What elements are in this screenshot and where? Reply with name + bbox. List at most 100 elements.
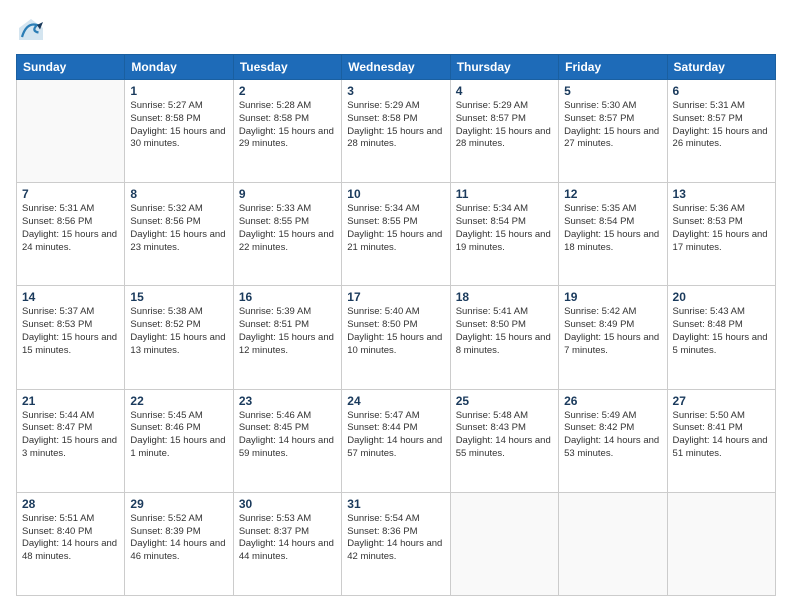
day-number: 20 — [673, 290, 770, 304]
sunset-text: Sunset: 8:52 PM — [130, 319, 227, 332]
calendar-cell: 20Sunrise: 5:43 AMSunset: 8:48 PMDayligh… — [667, 286, 775, 389]
daylight-text: Daylight: 15 hours and 27 minutes. — [564, 126, 661, 152]
cell-content: Sunrise: 5:37 AMSunset: 8:53 PMDaylight:… — [22, 306, 119, 357]
calendar-cell: 9Sunrise: 5:33 AMSunset: 8:55 PMDaylight… — [233, 183, 341, 286]
cell-content: Sunrise: 5:29 AMSunset: 8:58 PMDaylight:… — [347, 100, 444, 151]
calendar-cell: 27Sunrise: 5:50 AMSunset: 8:41 PMDayligh… — [667, 389, 775, 492]
daylight-text: Daylight: 15 hours and 28 minutes. — [456, 126, 553, 152]
daylight-text: Daylight: 14 hours and 51 minutes. — [673, 435, 770, 461]
cell-content: Sunrise: 5:34 AMSunset: 8:55 PMDaylight:… — [347, 203, 444, 254]
sunrise-text: Sunrise: 5:51 AM — [22, 513, 119, 526]
sunset-text: Sunset: 8:54 PM — [456, 216, 553, 229]
sunrise-text: Sunrise: 5:31 AM — [22, 203, 119, 216]
sunset-text: Sunset: 8:58 PM — [347, 113, 444, 126]
sunset-text: Sunset: 8:55 PM — [239, 216, 336, 229]
sunrise-text: Sunrise: 5:50 AM — [673, 410, 770, 423]
sunrise-text: Sunrise: 5:45 AM — [130, 410, 227, 423]
calendar-cell: 31 Sunrise: 5:54 AMSunset: 8:36 PMDayligh… — [342, 492, 450, 595]
day-number: 10 — [347, 187, 444, 201]
day-number: 21 — [22, 394, 119, 408]
sunrise-text: Sunrise: 5:27 AM — [130, 100, 227, 113]
day-number: 26 — [564, 394, 661, 408]
logo — [16, 16, 50, 46]
calendar-cell — [559, 492, 667, 595]
day-number: 23 — [239, 394, 336, 408]
cell-content: Sunrise: 5:44 AMSunset: 8:47 PMDaylight:… — [22, 410, 119, 461]
cell-content: Sunrise: 5:54 AMSunset: 8:36 PMDaylight:… — [347, 513, 444, 564]
sunrise-text: Sunrise: 5:46 AM — [239, 410, 336, 423]
day-number: 22 — [130, 394, 227, 408]
cell-content: Sunrise: 5:35 AMSunset: 8:54 PMDaylight:… — [564, 203, 661, 254]
daylight-text: Daylight: 15 hours and 12 minutes. — [239, 332, 336, 358]
sunrise-text: Sunrise: 5:54 AM — [347, 513, 444, 526]
cell-content: Sunrise: 5:32 AMSunset: 8:56 PMDaylight:… — [130, 203, 227, 254]
daylight-text: Daylight: 15 hours and 19 minutes. — [456, 229, 553, 255]
calendar-cell: 6Sunrise: 5:31 AMSunset: 8:57 PMDaylight… — [667, 80, 775, 183]
daylight-text: Daylight: 15 hours and 21 minutes. — [347, 229, 444, 255]
daylight-text: Daylight: 14 hours and 42 minutes. — [347, 538, 444, 564]
day-header-saturday: Saturday — [667, 55, 775, 80]
daylight-text: Daylight: 15 hours and 1 minute. — [130, 435, 227, 461]
calendar-page: SundayMondayTuesdayWednesdayThursdayFrid… — [0, 0, 792, 612]
sunset-text: Sunset: 8:58 PM — [130, 113, 227, 126]
day-number: 28 — [22, 497, 119, 511]
sunset-text: Sunset: 8:43 PM — [456, 422, 553, 435]
sunset-text: Sunset: 8:53 PM — [22, 319, 119, 332]
week-row-1: 1Sunrise: 5:27 AMSunset: 8:58 PMDaylight… — [17, 80, 776, 183]
calendar-cell: 30Sunrise: 5:53 AMSunset: 8:37 PMDayligh… — [233, 492, 341, 595]
sunset-text: Sunset: 8:49 PM — [564, 319, 661, 332]
calendar-table: SundayMondayTuesdayWednesdayThursdayFrid… — [16, 54, 776, 596]
daylight-text: Daylight: 15 hours and 18 minutes. — [564, 229, 661, 255]
day-header-thursday: Thursday — [450, 55, 558, 80]
sunrise-text: Sunrise: 5:28 AM — [239, 100, 336, 113]
sunrise-text: Sunrise: 5:29 AM — [456, 100, 553, 113]
cell-content: Sunrise: 5:46 AMSunset: 8:45 PMDaylight:… — [239, 410, 336, 461]
daylight-text: Daylight: 15 hours and 24 minutes. — [22, 229, 119, 255]
sunset-text: Sunset: 8:42 PM — [564, 422, 661, 435]
cell-content: Sunrise: 5:42 AMSunset: 8:49 PMDaylight:… — [564, 306, 661, 357]
day-number: 4 — [456, 84, 553, 98]
sunrise-text: Sunrise: 5:39 AM — [239, 306, 336, 319]
calendar-cell: 24Sunrise: 5:47 AMSunset: 8:44 PMDayligh… — [342, 389, 450, 492]
calendar-cell: 4 Sunrise: 5:29 AMSunset: 8:57 PMDaylight… — [450, 80, 558, 183]
day-number: 3 — [347, 84, 444, 98]
calendar-cell: 2Sunrise: 5:28 AMSunset: 8:58 PMDaylight… — [233, 80, 341, 183]
sunset-text: Sunset: 8:36 PM — [347, 526, 444, 539]
sunset-text: Sunset: 8:50 PM — [456, 319, 553, 332]
daylight-text: Daylight: 14 hours and 48 minutes. — [22, 538, 119, 564]
daylight-text: Daylight: 15 hours and 8 minutes. — [456, 332, 553, 358]
daylight-text: Daylight: 15 hours and 17 minutes. — [673, 229, 770, 255]
sunset-text: Sunset: 8:47 PM — [22, 422, 119, 435]
calendar-cell: 11Sunrise: 5:34 AMSunset: 8:54 PMDayligh… — [450, 183, 558, 286]
daylight-text: Daylight: 15 hours and 29 minutes. — [239, 126, 336, 152]
daylight-text: Daylight: 14 hours and 46 minutes. — [130, 538, 227, 564]
cell-content: Sunrise: 5:28 AMSunset: 8:58 PMDaylight:… — [239, 100, 336, 151]
day-number: 13 — [673, 187, 770, 201]
cell-content: Sunrise: 5:38 AMSunset: 8:52 PMDaylight:… — [130, 306, 227, 357]
daylight-text: Daylight: 15 hours and 30 minutes. — [130, 126, 227, 152]
cell-content: Sunrise: 5:29 AMSunset: 8:57 PMDaylight:… — [456, 100, 553, 151]
logo-icon — [16, 16, 46, 46]
calendar-cell — [667, 492, 775, 595]
cell-content: Sunrise: 5:45 AMSunset: 8:46 PMDaylight:… — [130, 410, 227, 461]
sunset-text: Sunset: 8:56 PM — [130, 216, 227, 229]
sunrise-text: Sunrise: 5:32 AM — [130, 203, 227, 216]
calendar-cell — [450, 492, 558, 595]
daylight-text: Daylight: 15 hours and 3 minutes. — [22, 435, 119, 461]
cell-content: Sunrise: 5:51 AMSunset: 8:40 PMDaylight:… — [22, 513, 119, 564]
sunrise-text: Sunrise: 5:47 AM — [347, 410, 444, 423]
sunset-text: Sunset: 8:48 PM — [673, 319, 770, 332]
day-number: 31 — [347, 497, 444, 511]
calendar-cell: 22 Sunrise: 5:45 AMSunset: 8:46 PMDayligh… — [125, 389, 233, 492]
daylight-text: Daylight: 15 hours and 13 minutes. — [130, 332, 227, 358]
sunset-text: Sunset: 8:57 PM — [673, 113, 770, 126]
cell-content: Sunrise: 5:33 AMSunset: 8:55 PMDaylight:… — [239, 203, 336, 254]
calendar-cell: 26Sunrise: 5:49 AMSunset: 8:42 PMDayligh… — [559, 389, 667, 492]
daylight-text: Daylight: 15 hours and 5 minutes. — [673, 332, 770, 358]
sunset-text: Sunset: 8:44 PM — [347, 422, 444, 435]
cell-content: Sunrise: 5:30 AMSunset: 8:57 PMDaylight:… — [564, 100, 661, 151]
day-number: 15 — [130, 290, 227, 304]
daylight-text: Daylight: 14 hours and 44 minutes. — [239, 538, 336, 564]
calendar-cell: 7Sunrise: 5:31 AMSunset: 8:56 PMDaylight… — [17, 183, 125, 286]
cell-content: Sunrise: 5:41 AMSunset: 8:50 PMDaylight:… — [456, 306, 553, 357]
